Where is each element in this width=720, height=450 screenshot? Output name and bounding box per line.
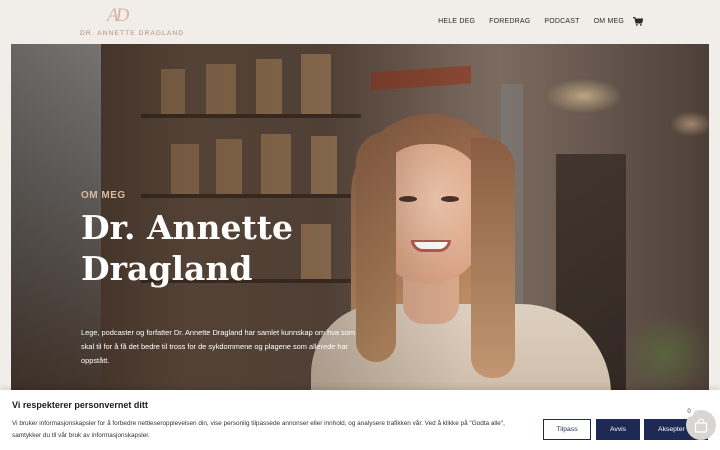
hero-headline: Dr. Annette Dragland (81, 207, 371, 289)
hero-text: OM MEG Dr. Annette Dragland (81, 190, 371, 289)
nav-item-foredrag[interactable]: FOREDRAG (489, 18, 530, 25)
reject-cookies-button[interactable]: Avvis (596, 419, 640, 440)
shopping-bag-icon (694, 417, 708, 433)
nav-item-podcast[interactable]: PODCAST (544, 18, 579, 25)
logo-text: DR. ANNETTE DRAGLAND (80, 30, 185, 37)
cart-count-badge: 0 (684, 407, 694, 417)
hero-headline-line2: Dragland (81, 249, 253, 288)
site-header: AD DR. ANNETTE DRAGLAND HELE DEG FOREDRA… (0, 0, 720, 44)
logo-monogram: AD (107, 5, 129, 26)
nav-item-om-meg[interactable]: OM MEG (594, 18, 624, 25)
hero-eyebrow: OM MEG (81, 190, 126, 201)
cookie-banner-title: Vi respekterer personvernet ditt (12, 400, 148, 410)
hero-headline-line1: Dr. Annette (81, 208, 294, 247)
cookie-banner-text: Vi bruker informasjonskapsler for å forb… (12, 420, 505, 439)
main-nav: HELE DEG FOREDRAG PODCAST OM MEG (424, 17, 643, 26)
hero-description: Lege, podcaster og forfatter Dr. Annette… (81, 328, 356, 365)
nav-item-hele-deg[interactable]: HELE DEG (438, 18, 475, 25)
customize-cookies-button[interactable]: Tilpass (543, 419, 591, 440)
site-logo[interactable]: AD DR. ANNETTE DRAGLAND (80, 5, 183, 39)
cookie-banner: Vi respekterer personvernet ditt Vi bruk… (0, 390, 720, 450)
shopping-cart-icon[interactable] (633, 17, 643, 26)
